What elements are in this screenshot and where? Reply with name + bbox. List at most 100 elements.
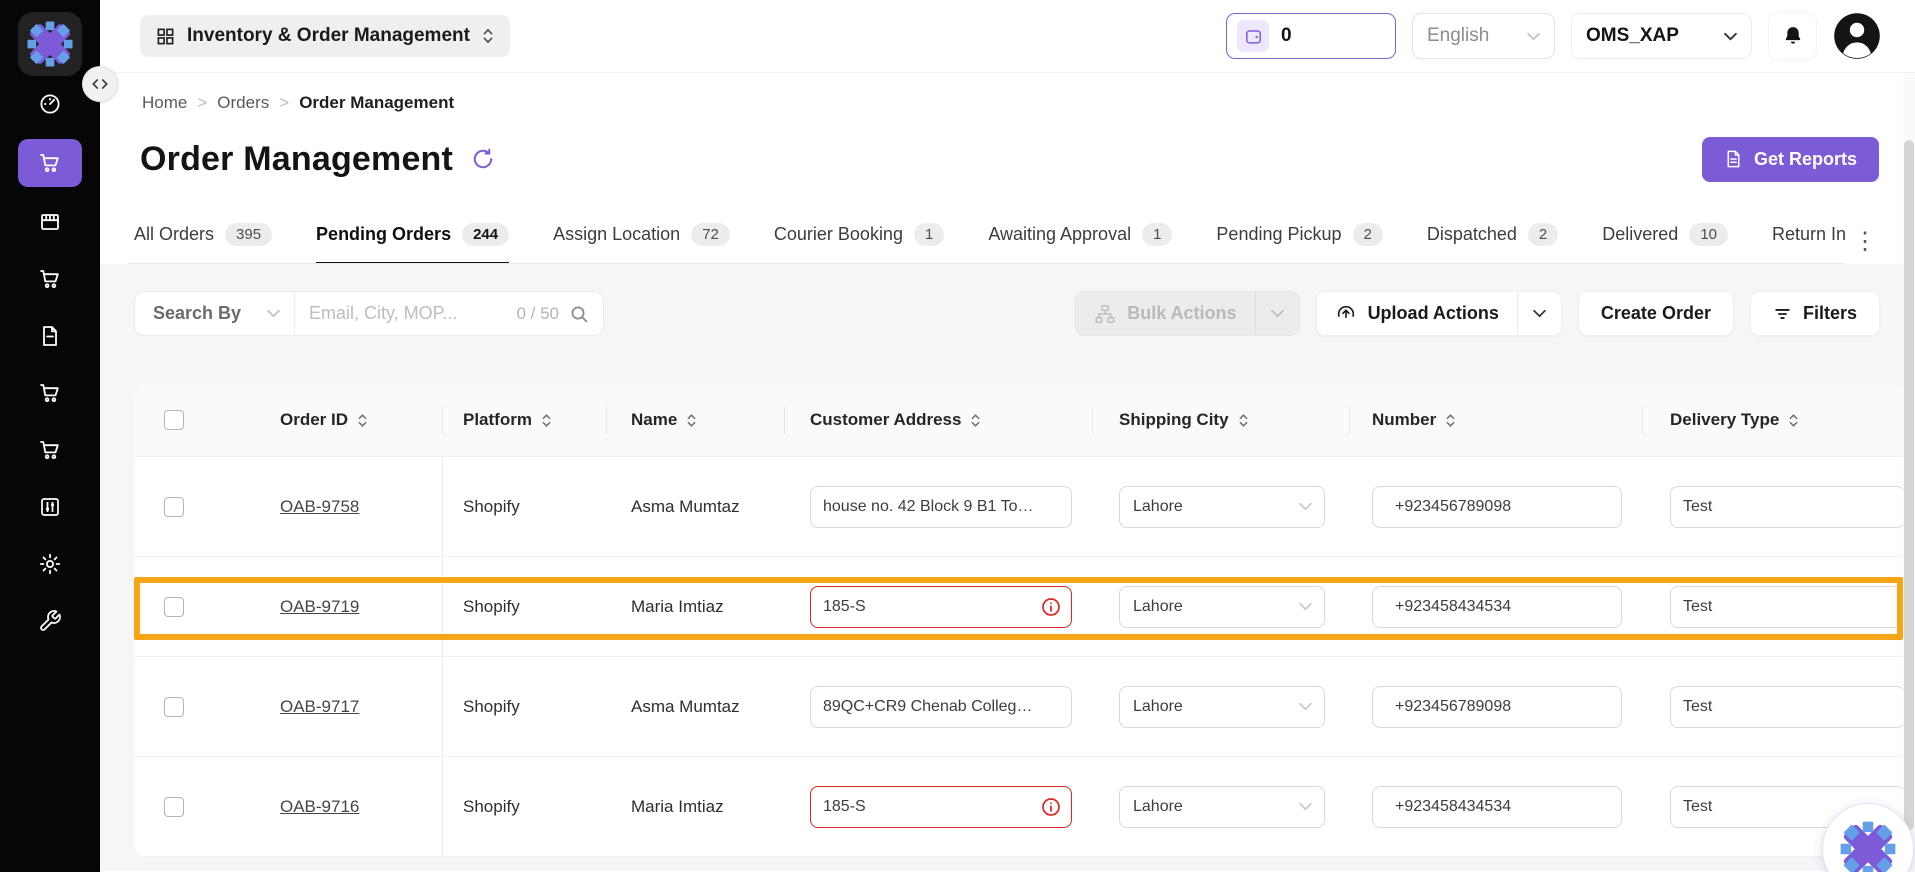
shipping-city-select[interactable]: Lahore (1119, 486, 1325, 528)
dashboard-icon (38, 92, 62, 116)
column-header-delivery-type[interactable]: Delivery Type (1643, 384, 1905, 456)
column-header-customer-address[interactable]: Customer Address (785, 384, 1093, 456)
shipping-city-select[interactable]: Lahore (1119, 686, 1325, 728)
breadcrumb-orders[interactable]: Orders (217, 93, 269, 113)
filter-icon (1773, 305, 1792, 323)
phone-number-field[interactable] (1372, 686, 1622, 728)
breadcrumb-current: Order Management (299, 93, 454, 113)
breadcrumb-home[interactable]: Home (142, 93, 187, 113)
tab-delivered[interactable]: Delivered 10 (1602, 223, 1728, 264)
customer-address-field[interactable] (810, 486, 1072, 528)
tabs-overflow-button[interactable]: ⋮ (1845, 228, 1885, 256)
tab-label: Awaiting Approval (988, 224, 1131, 245)
filters-button[interactable]: Filters (1750, 291, 1880, 336)
shipping-city-select[interactable]: Lahore (1119, 586, 1325, 628)
tab-courier-booking[interactable]: Courier Booking 1 (774, 223, 944, 264)
app-switcher[interactable]: Inventory & Order Management (140, 15, 510, 57)
shipping-city-select[interactable]: Lahore (1119, 786, 1325, 828)
tab-all-orders[interactable]: All Orders 395 (134, 223, 272, 264)
sidebar-item-sales-cart[interactable] (18, 371, 82, 415)
order-id-link[interactable]: OAB-9716 (280, 797, 359, 817)
sidebar-item-controls[interactable] (18, 485, 82, 529)
sidebar-item-dashboard[interactable] (18, 82, 82, 126)
tab-label: Dispatched (1427, 224, 1517, 245)
column-header-order-id[interactable]: Order ID (214, 384, 443, 456)
address-error-icon[interactable] (1041, 797, 1061, 817)
sort-icon (1788, 412, 1799, 429)
sidebar-collapse-button[interactable] (82, 66, 118, 102)
tab-pending-pickup[interactable]: Pending Pickup 2 (1216, 223, 1382, 264)
chevron-down-icon (1299, 602, 1312, 611)
tab-assign-location[interactable]: Assign Location 72 (553, 223, 730, 264)
bulk-actions-caret[interactable] (1255, 292, 1299, 335)
wrench-icon (38, 609, 62, 633)
sidebar-item-purchase-cart[interactable] (18, 257, 82, 301)
workspace-select[interactable]: OMS_XAP (1571, 13, 1752, 59)
phone-number-field[interactable] (1372, 786, 1622, 828)
order-id-link[interactable]: OAB-9719 (280, 597, 359, 617)
order-management-screen: Inventory & Order Management 0 English (0, 0, 1915, 872)
grid-icon (156, 27, 175, 46)
sidebar-item-settings[interactable] (18, 542, 82, 586)
search-icon[interactable] (569, 304, 589, 324)
tab-awaiting-approval[interactable]: Awaiting Approval 1 (988, 223, 1172, 264)
sidebar-item-orders[interactable] (18, 139, 82, 187)
delivery-type-field[interactable] (1670, 586, 1905, 628)
tab-dispatched[interactable]: Dispatched 2 (1427, 223, 1558, 264)
column-header-name[interactable]: Name (607, 384, 785, 456)
language-select[interactable]: English (1412, 13, 1555, 59)
column-header-shipping-city[interactable]: Shipping City (1093, 384, 1350, 456)
customer-address-field[interactable] (810, 686, 1072, 728)
tab-pending-orders[interactable]: Pending Orders 244 (316, 223, 509, 264)
tab-count-badge: 2 (1528, 223, 1558, 246)
chevron-down-icon (1299, 702, 1312, 711)
refresh-button[interactable] (471, 147, 495, 171)
delivery-type-field[interactable] (1670, 686, 1905, 728)
create-order-button[interactable]: Create Order (1578, 291, 1734, 336)
upload-actions-caret[interactable] (1517, 292, 1561, 335)
tab-count-badge: 1 (914, 223, 944, 246)
address-error-icon[interactable] (1041, 597, 1061, 617)
user-avatar[interactable] (1833, 12, 1881, 60)
sidebar-item-returns-cart[interactable] (18, 428, 82, 472)
row-checkbox[interactable] (164, 597, 184, 617)
user-avatar-icon (1833, 12, 1881, 60)
wallet-button[interactable]: 0 (1226, 13, 1396, 59)
sidebar-item-store[interactable] (18, 200, 82, 244)
row-checkbox[interactable] (164, 797, 184, 817)
sort-icon (541, 412, 552, 429)
chevron-down-icon (1299, 802, 1312, 811)
brand-logo-icon (1840, 821, 1896, 872)
order-id-link[interactable]: OAB-9758 (280, 497, 359, 517)
customer-address-field[interactable] (810, 786, 1072, 828)
upload-actions-button[interactable]: Upload Actions (1316, 291, 1562, 336)
search-char-counter: 0 / 50 (516, 304, 559, 324)
tab-return-in-transit[interactable]: Return In Transit 1 (1772, 223, 1845, 264)
row-checkbox[interactable] (164, 697, 184, 717)
table-row: OAB-9719 Shopify Maria Imtiaz Lahore (134, 557, 1905, 657)
column-header-number[interactable]: Number (1350, 384, 1643, 456)
search-input[interactable] (295, 303, 516, 324)
tab-count-badge: 2 (1353, 223, 1383, 246)
workspace-value: OMS_XAP (1586, 25, 1679, 47)
orders-cart-icon (38, 151, 62, 175)
tab-label: Courier Booking (774, 224, 903, 245)
get-reports-button[interactable]: Get Reports (1702, 137, 1879, 182)
tab-count-badge: 395 (225, 223, 272, 246)
bulk-actions-button[interactable]: Bulk Actions (1075, 291, 1299, 336)
upload-icon (1335, 303, 1357, 325)
notifications-button[interactable] (1768, 12, 1817, 61)
order-id-link[interactable]: OAB-9717 (280, 697, 359, 717)
phone-number-field[interactable] (1372, 486, 1622, 528)
customer-address-field[interactable] (810, 586, 1072, 628)
sidebar-item-tools[interactable] (18, 599, 82, 643)
sidebar-item-documents[interactable] (18, 314, 82, 358)
customer-name: Maria Imtiaz (631, 797, 724, 817)
select-all-checkbox[interactable] (164, 410, 184, 430)
search-by-select[interactable]: Search By (135, 292, 295, 335)
delivery-type-field[interactable] (1670, 486, 1905, 528)
row-checkbox[interactable] (164, 497, 184, 517)
page-scrollbar-thumb[interactable] (1904, 140, 1914, 830)
phone-number-field[interactable] (1372, 586, 1622, 628)
column-header-platform[interactable]: Platform (443, 384, 607, 456)
